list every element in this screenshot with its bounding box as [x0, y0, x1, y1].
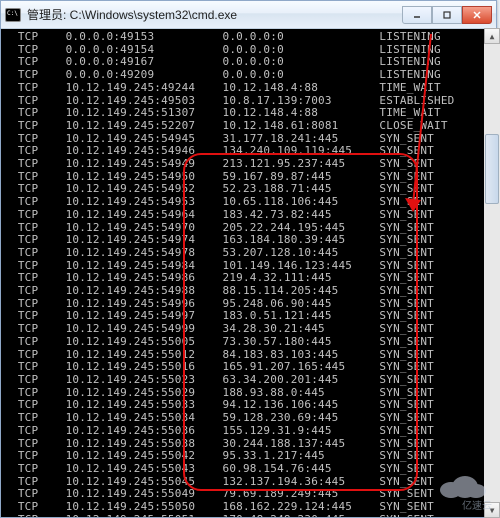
scroll-thumb[interactable] — [485, 134, 499, 204]
scroll-down-button[interactable]: ▼ — [484, 502, 500, 518]
netstat-row: TCP 10.12.149.245:52207 10.12.148.61:808… — [11, 120, 496, 133]
netstat-row: TCP 10.12.149.245:54953 10.65.118.106:44… — [11, 196, 496, 209]
minimize-button[interactable] — [402, 6, 432, 24]
maximize-button[interactable] — [432, 6, 462, 24]
terminal-output[interactable]: TCP 0.0.0.0:49153 0.0.0.0:0 LISTENING TC… — [1, 29, 496, 517]
netstat-row: TCP 10.12.149.245:54964 183.42.73.82:445… — [11, 209, 496, 222]
netstat-row: TCP 10.12.149.245:54978 53.207.128.10:44… — [11, 247, 496, 260]
titlebar[interactable]: 管理员: C:\Windows\system32\cmd.exe — [1, 1, 496, 29]
netstat-row: TCP 10.12.149.245:55043 60.98.154.76:445… — [11, 463, 496, 476]
netstat-row: TCP 10.12.149.245:54988 88.15.114.205:44… — [11, 285, 496, 298]
netstat-row: TCP 10.12.149.245:55051 170.48.248.230:4… — [11, 514, 496, 517]
scrollbar-vertical[interactable]: ▲ ▼ — [484, 28, 500, 518]
netstat-row: TCP 10.12.149.245:49244 10.12.148.4:88 T… — [11, 82, 496, 95]
netstat-row: TCP 0.0.0.0:49209 0.0.0.0:0 LISTENING — [11, 69, 496, 82]
cmd-window: 管理员: C:\Windows\system32\cmd.exe TCP 0.0… — [0, 0, 497, 518]
netstat-row: TCP 10.12.149.245:55042 95.33.1.217:445 … — [11, 450, 496, 463]
netstat-row: TCP 0.0.0.0:49153 0.0.0.0:0 LISTENING — [11, 31, 496, 44]
scroll-track[interactable] — [484, 44, 500, 502]
cmd-icon — [5, 8, 21, 22]
netstat-row: TCP 10.12.149.245:55005 73.30.57.180:445… — [11, 336, 496, 349]
window-controls — [402, 6, 492, 24]
netstat-row: TCP 10.12.149.245:55036 155.129.31.9:445… — [11, 425, 496, 438]
close-button[interactable] — [462, 6, 492, 24]
netstat-row: TCP 10.12.149.245:55050 168.162.229.124:… — [11, 501, 496, 514]
netstat-row: TCP 10.12.149.245:55034 59.128.230.69:44… — [11, 412, 496, 425]
netstat-row: TCP 10.12.149.245:54949 213.121.95.237:4… — [11, 158, 496, 171]
netstat-row: TCP 10.12.149.245:54999 34.28.30.21:445 … — [11, 323, 496, 336]
netstat-row: TCP 10.12.149.245:55023 63.34.200.201:44… — [11, 374, 496, 387]
scroll-up-button[interactable]: ▲ — [484, 28, 500, 44]
window-title: 管理员: C:\Windows\system32\cmd.exe — [27, 6, 402, 23]
